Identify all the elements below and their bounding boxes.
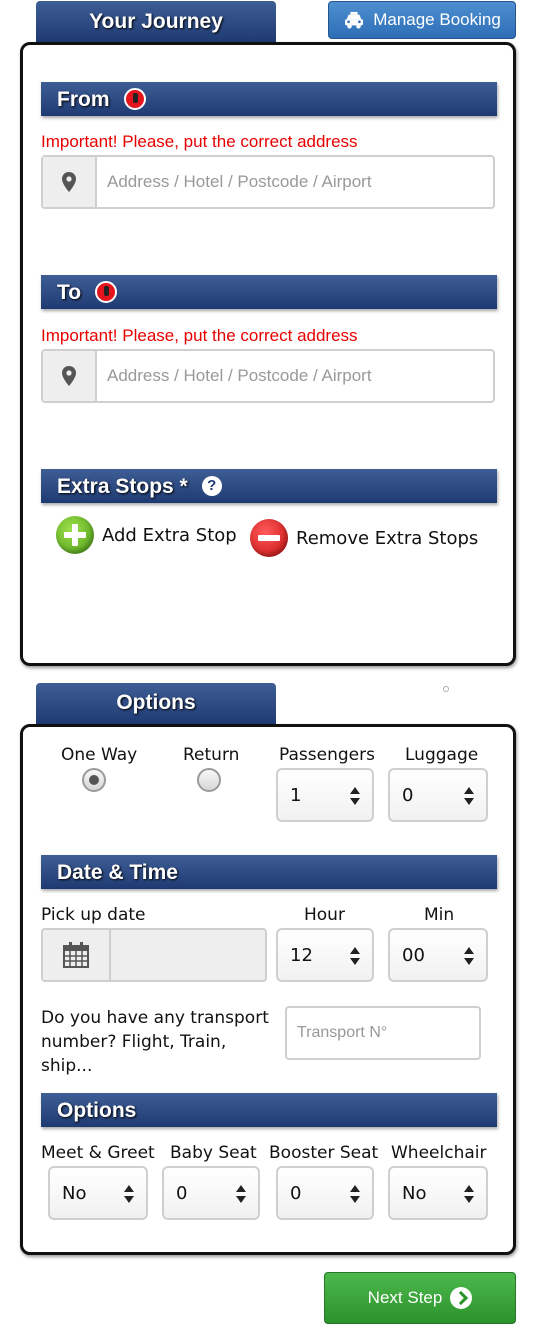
minus-icon: [250, 519, 288, 557]
manage-booking-button[interactable]: Manage Booking: [328, 1, 516, 39]
pin-icon: [123, 88, 146, 110]
luggage-select[interactable]: 0: [388, 768, 488, 822]
transport-number-input[interactable]: [287, 1008, 479, 1058]
chevron-right-icon: [450, 1287, 473, 1309]
baby-seat-label: Baby Seat: [170, 1143, 257, 1163]
min-value: 00: [402, 944, 425, 966]
extras-title: Options: [57, 1098, 137, 1122]
luggage-label: Luggage: [405, 745, 479, 765]
extras-header: Options: [41, 1093, 497, 1127]
baby-seat-value: 0: [176, 1182, 188, 1204]
min-label: Min: [424, 905, 455, 925]
to-address-field: [41, 349, 495, 403]
help-icon[interactable]: ?: [201, 476, 222, 496]
remove-extra-stops-label: Remove Extra Stops: [296, 527, 479, 549]
passengers-value: 1: [290, 784, 302, 806]
hour-value: 12: [290, 944, 313, 966]
select-arrows-icon: [464, 787, 474, 805]
select-arrows-icon: [350, 947, 360, 965]
meet-greet-value: No: [62, 1182, 87, 1204]
baby-seat-select[interactable]: 0: [162, 1166, 260, 1220]
min-select[interactable]: 00: [388, 928, 488, 982]
transport-number-field: [285, 1006, 481, 1060]
from-warning: Important! Please, put the correct addre…: [41, 132, 358, 151]
select-arrows-icon: [464, 1185, 474, 1203]
wheelchair-value: No: [402, 1182, 427, 1204]
passengers-select[interactable]: 1: [276, 768, 374, 822]
select-arrows-icon: [236, 1185, 246, 1203]
select-arrows-icon: [464, 947, 474, 965]
next-step-button[interactable]: Next Step: [324, 1272, 516, 1324]
return-radio[interactable]: [197, 768, 221, 792]
add-extra-stop-button[interactable]: Add Extra Stop: [56, 516, 237, 554]
wheelchair-label: Wheelchair: [391, 1143, 487, 1163]
from-address-field: [41, 155, 495, 209]
booster-seat-value: 0: [290, 1182, 302, 1204]
luggage-value: 0: [402, 784, 414, 806]
to-address-input[interactable]: [97, 351, 493, 401]
meet-greet-select[interactable]: No: [48, 1166, 148, 1220]
booster-seat-label: Booster Seat: [269, 1143, 379, 1163]
decorative-dot: [443, 686, 449, 692]
date-time-title: Date & Time: [57, 860, 178, 884]
add-extra-stop-label: Add Extra Stop: [102, 524, 237, 546]
from-header: From: [41, 82, 497, 116]
one-way-label: One Way: [61, 745, 138, 765]
hour-select[interactable]: 12: [276, 928, 374, 982]
to-title: To: [57, 280, 82, 304]
location-pin-icon: [43, 351, 97, 401]
hour-label: Hour: [304, 905, 345, 925]
return-label: Return: [183, 745, 240, 765]
transport-question: Do you have any transport number? Flight…: [41, 1008, 269, 1076]
select-arrows-icon: [124, 1185, 134, 1203]
select-arrows-icon: [350, 787, 360, 805]
select-arrows-icon: [350, 1185, 360, 1203]
pin-icon: [95, 281, 118, 303]
extra-stops-title: Extra Stops *: [57, 474, 188, 498]
extra-stops-header: Extra Stops * ?: [41, 469, 497, 503]
your-journey-tab: Your Journey: [36, 1, 276, 42]
remove-extra-stops-button[interactable]: Remove Extra Stops: [250, 519, 478, 557]
booster-seat-select[interactable]: 0: [276, 1166, 374, 1220]
passengers-label: Passengers: [279, 745, 375, 765]
location-pin-icon: [43, 157, 97, 207]
meet-greet-label: Meet & Greet: [41, 1143, 155, 1163]
pickup-date-label: Pick up date: [41, 905, 146, 925]
to-header: To: [41, 275, 497, 309]
options-panel: One Way Return Passengers Luggage 1 0 Da…: [20, 724, 516, 1255]
next-step-label: Next Step: [367, 1288, 443, 1307]
taxi-icon: [345, 11, 364, 29]
from-title: From: [57, 87, 110, 111]
plus-icon: [56, 516, 94, 554]
pickup-date-field[interactable]: [41, 928, 267, 982]
calendar-icon: [43, 930, 111, 980]
from-address-input[interactable]: [97, 157, 493, 207]
journey-panel: From Important! Please, put the correct …: [20, 42, 516, 666]
options-tab: Options: [36, 683, 276, 724]
date-time-header: Date & Time: [41, 855, 497, 889]
one-way-radio[interactable]: [82, 768, 106, 792]
to-warning: Important! Please, put the correct addre…: [41, 326, 358, 345]
wheelchair-select[interactable]: No: [388, 1166, 488, 1220]
manage-booking-label: Manage Booking: [373, 10, 501, 29]
